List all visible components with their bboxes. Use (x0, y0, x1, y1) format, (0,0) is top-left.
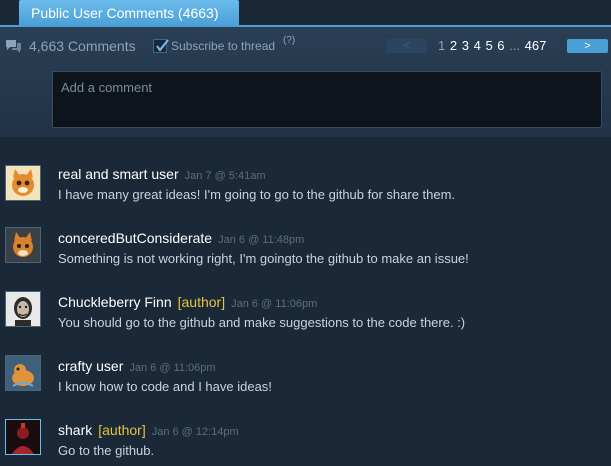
author-badge: [author] (177, 294, 226, 310)
comment-author[interactable]: Chuckleberry Finn (58, 294, 172, 310)
page-ellipsis: ... (509, 38, 520, 53)
comment-author-line: shark [author] Jan 6 @ 12:14pm (58, 422, 239, 438)
cat-avatar[interactable] (5, 165, 41, 201)
comment-author-line: conceredButConsiderate Jan 6 @ 11:48pm (58, 230, 304, 246)
comment-timestamp: Jan 7 @ 5:41am (184, 170, 266, 182)
checkmark-icon (156, 39, 169, 52)
subscribe-checkbox[interactable] (153, 39, 169, 53)
red-figure-avatar[interactable] (5, 419, 41, 455)
comment-item: crafty user Jan 6 @ 11:06pm I know how to… (0, 355, 611, 415)
comment-timestamp: Jan 6 @ 12:14pm (151, 426, 239, 438)
subscribe-label[interactable]: Subscribe to thread (171, 39, 275, 53)
comment-timestamp: Jan 6 @ 11:48pm (218, 234, 305, 246)
next-page-button[interactable]: > (567, 39, 608, 53)
page-current: 1 (438, 38, 446, 53)
page-link[interactable]: 6 (497, 38, 504, 53)
pagination: 1 2 3 4 5 6 ... 467 (438, 38, 547, 53)
page-link-last[interactable]: 467 (525, 38, 547, 53)
fox-avatar[interactable] (5, 227, 41, 263)
comment-text: I have many great ideas! I'm going to go… (58, 187, 456, 202)
comment-text: Go to the github. (58, 443, 155, 458)
portrait-avatar[interactable] (5, 291, 41, 327)
comment-timestamp: Jan 6 @ 11:06pm (231, 298, 318, 310)
comments-icon (6, 40, 21, 53)
page-link[interactable]: 4 (474, 38, 481, 53)
comment-text: I know how to code and I have ideas! (58, 379, 272, 394)
tab-public-comments[interactable]: Public User Comments (4663) (19, 0, 239, 26)
prev-page-button[interactable]: < (386, 39, 427, 53)
comment-text: Something is not working right, I'm goin… (58, 251, 469, 266)
author-badge: [author] (98, 422, 146, 438)
comment-input-box (52, 71, 602, 128)
comment-item: real and smart user Jan 7 @ 5:41am I have… (0, 163, 611, 223)
critter-avatar[interactable] (5, 355, 41, 391)
comment-author[interactable]: crafty user (58, 358, 123, 374)
comment-author[interactable]: shark (58, 422, 92, 438)
comment-item: Chuckleberry Finn [author] Jan 6 @ 11:06pm… (0, 291, 611, 351)
tab-bar: Public User Comments (4663) (0, 0, 611, 27)
comment-item: shark [author] Jan 6 @ 12:14pm Go to the g… (0, 419, 611, 466)
page-link[interactable]: 3 (462, 38, 469, 53)
page-link[interactable]: 2 (450, 38, 457, 53)
comment-item: conceredButConsiderate Jan 6 @ 11:48pm So… (0, 227, 611, 287)
comment-author[interactable]: conceredButConsiderate (58, 230, 212, 246)
comment-count: 4,663 Comments (29, 38, 136, 54)
subscribe-help-link[interactable]: (?) (283, 35, 295, 46)
comment-timestamp: Jan 6 @ 11:06pm (129, 362, 216, 374)
page-link[interactable]: 5 (485, 38, 492, 53)
comment-author-line: real and smart user Jan 7 @ 5:41am (58, 166, 266, 182)
comment-author-line: Chuckleberry Finn [author] Jan 6 @ 11:06pm (58, 294, 317, 310)
comment-text: You should go to the github and make sug… (58, 315, 466, 330)
comment-author-line: crafty user Jan 6 @ 11:06pm (58, 358, 216, 374)
comment-author[interactable]: real and smart user (58, 166, 179, 182)
comment-input[interactable] (53, 72, 601, 127)
